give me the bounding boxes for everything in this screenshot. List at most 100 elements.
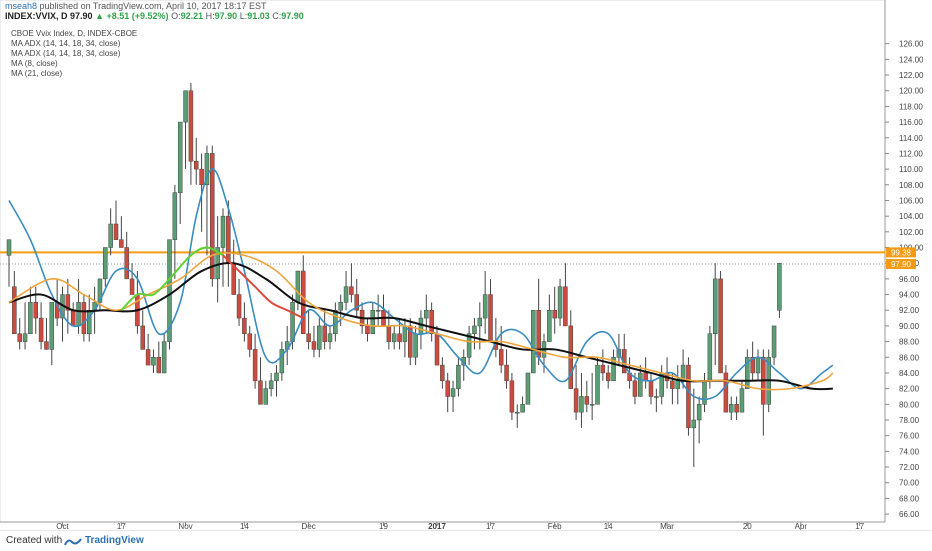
candle-up: [327, 333, 333, 342]
close-label: C:: [272, 11, 282, 21]
candle-down: [397, 333, 402, 342]
candle-down: [236, 294, 242, 319]
symbol-label: INDEX:VVIX, D: [5, 11, 68, 21]
legend-ma-8[interactable]: MA (8, close): [11, 59, 137, 69]
candle-up: [22, 333, 28, 342]
candle-up: [702, 380, 707, 405]
tradingview-logo-icon: [64, 538, 82, 546]
last-price: 97.90: [70, 11, 93, 21]
legend-series-title[interactable]: CBOE Vvix Index, D, INDEX-CBOE: [11, 29, 137, 39]
candle-up: [375, 309, 381, 312]
candle-down: [349, 286, 354, 295]
candle-up: [87, 309, 92, 335]
candle-up: [413, 333, 418, 358]
y-tick-label: 114.00: [899, 134, 923, 143]
candle-up: [268, 380, 274, 389]
candle-down: [258, 380, 263, 405]
x-tick-label: 14: [240, 522, 249, 530]
candle-up: [589, 404, 595, 406]
footer-bar: Created with TradingView: [0, 530, 932, 551]
candle-up: [172, 192, 178, 240]
y-tick-label: 92.00: [899, 306, 920, 315]
candle-up: [424, 309, 429, 319]
candle-down: [434, 333, 440, 366]
created-with-text: Created with: [6, 535, 63, 546]
candle-down: [44, 341, 49, 350]
x-tick-label: 17: [486, 522, 495, 530]
y-tick-label: 112.00: [899, 149, 923, 158]
candle-up: [177, 121, 183, 193]
candle-up: [771, 325, 777, 358]
candle-up: [161, 341, 167, 374]
tradingview-brand[interactable]: TradingView: [85, 535, 144, 546]
candle-down: [188, 90, 194, 162]
y-tick-label: 94.00: [899, 291, 920, 300]
ohlc-line: INDEX:VVIX, D 97.90 ▲ +8.51 (+9.52%) O:9…: [5, 11, 304, 21]
published-text: published on TradingView.com, April 10, …: [39, 1, 267, 11]
candle-up: [579, 396, 584, 413]
candle-up: [338, 302, 343, 311]
candle-down: [734, 404, 739, 413]
candle-up: [638, 372, 643, 397]
candle-up: [595, 364, 600, 405]
candle-down: [301, 270, 306, 335]
candle-down: [498, 349, 504, 366]
y-tick-label: 116.00: [899, 118, 923, 127]
candle-down: [33, 302, 38, 319]
x-tick-label: Dec: [301, 522, 315, 530]
y-tick-label: 68.00: [899, 494, 920, 503]
candle-down: [210, 153, 215, 280]
open-value: 92.21: [180, 11, 204, 21]
candle-down: [145, 349, 151, 366]
candle-down: [113, 223, 119, 240]
candle-down: [199, 168, 204, 186]
x-tick-label: Nov: [178, 522, 192, 530]
chart-area[interactable]: 66.00 68.00 70.00 72.00 74.00 76.00 78.00 80.00…: [0, 0, 932, 530]
candle-up: [343, 286, 349, 303]
change-value: +8.51 (+9.52%): [106, 11, 169, 21]
open-label: O:: [171, 11, 181, 21]
candle-up: [525, 372, 531, 405]
candle-down: [322, 325, 327, 342]
legend-ma-adx-2[interactable]: MA ADX (14, 14, 18, 34, close): [11, 49, 137, 59]
x-tick-label: 17: [117, 522, 126, 530]
candle-down: [440, 364, 445, 382]
x-tick-label: 14: [604, 522, 613, 530]
candle-down: [552, 309, 557, 319]
x-tick-label: Apr: [795, 522, 808, 530]
candle-down: [194, 161, 199, 170]
candle-down: [573, 388, 579, 413]
candle-down: [429, 309, 434, 335]
candle-down: [643, 372, 648, 382]
y-tick-label: 96.00: [899, 275, 920, 284]
y-tick-label: 124.00: [899, 55, 924, 64]
candle-up: [477, 317, 483, 327]
candle-up: [482, 294, 488, 319]
candle-down: [242, 317, 247, 335]
low-value: 91.03: [247, 11, 270, 21]
candle-down: [648, 380, 654, 397]
candle-down: [563, 286, 568, 327]
candle-up: [654, 396, 659, 398]
candle-up: [696, 404, 702, 421]
candle-down: [119, 239, 124, 248]
y-tick-label: 118.00: [899, 102, 923, 111]
y-tick-label: 108.00: [899, 181, 924, 190]
candle-down: [129, 278, 135, 295]
candle-up: [183, 90, 188, 123]
candle-up: [28, 302, 33, 335]
candle-up: [108, 223, 113, 248]
x-tick-label: 20: [743, 522, 752, 530]
candle-up: [729, 404, 734, 413]
candle-down: [226, 215, 231, 264]
candle-down: [718, 278, 723, 374]
candle-up: [370, 309, 376, 335]
legend-ma-21[interactable]: MA (21, close): [11, 69, 137, 79]
author-link[interactable]: mseah8: [5, 1, 37, 11]
x-tick-label: Oct: [56, 522, 69, 530]
candle-up: [712, 278, 718, 335]
legend-ma-adx-1[interactable]: MA ADX (14, 14, 18, 34, close): [11, 39, 137, 49]
y-tick-label: 88.00: [899, 338, 920, 347]
y-tick-label: 80.00: [899, 400, 920, 409]
price-chart[interactable]: 66.00 68.00 70.00 72.00 74.00 76.00 78.00 80.00…: [0, 0, 932, 530]
